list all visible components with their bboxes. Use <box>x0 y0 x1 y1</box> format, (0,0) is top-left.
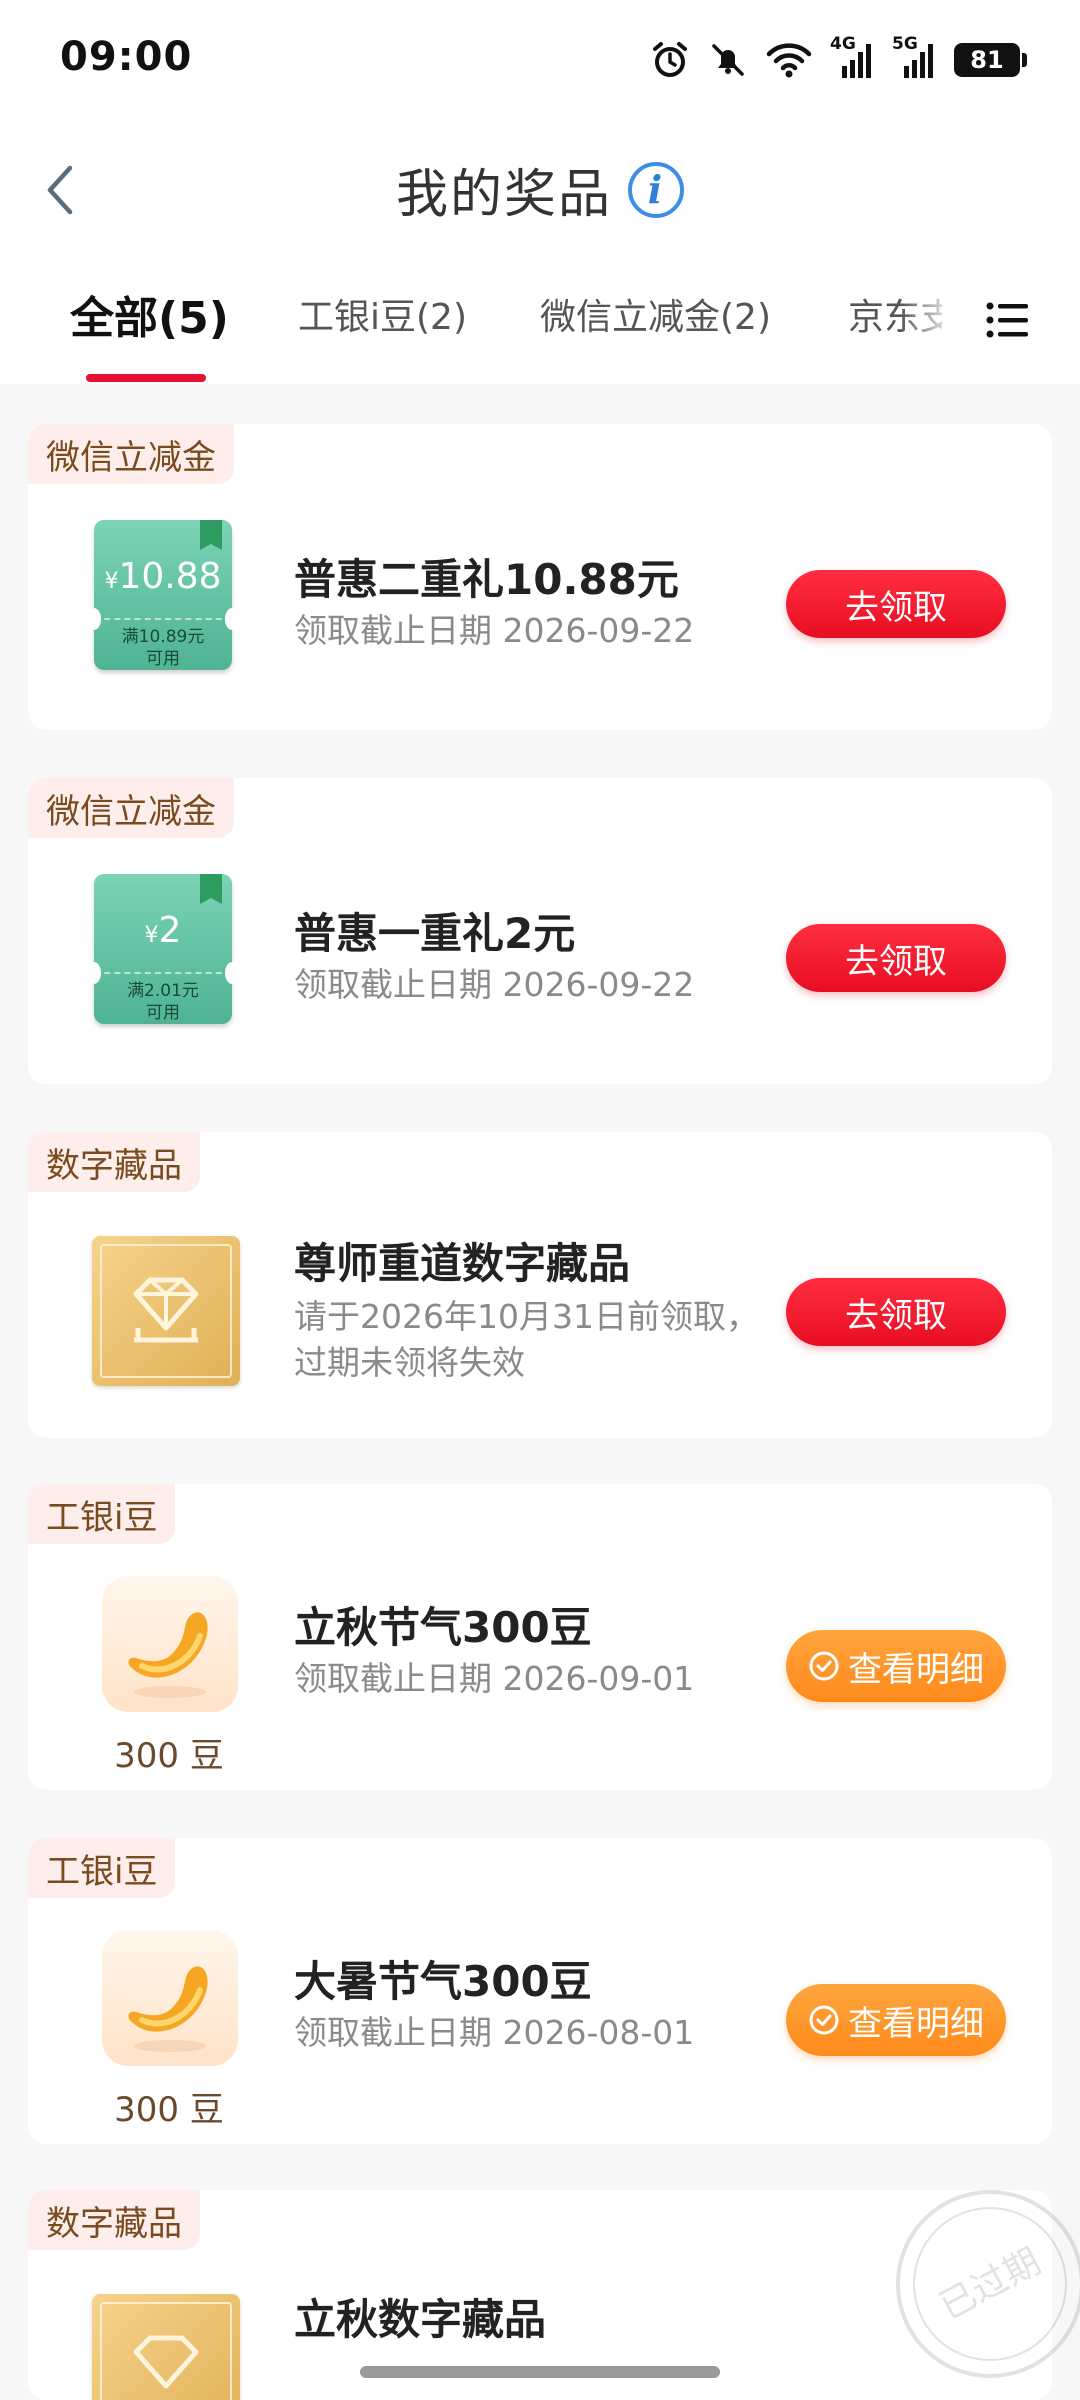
bean-quantity: 300 豆 <box>114 2090 224 2130</box>
prize-title: 普惠一重礼2元 <box>294 909 576 958</box>
claim-button[interactable]: 去领取 <box>786 1278 1006 1346</box>
list-menu-icon[interactable] <box>984 296 1032 344</box>
status-icons: 4G 5G 81 <box>650 34 1027 84</box>
check-circle-icon <box>809 1651 839 1681</box>
card-category-tag: 数字藏品 <box>28 2190 200 2250</box>
wifi-icon <box>766 43 812 78</box>
ribbon-icon <box>200 874 222 904</box>
prize-deadline: 领取截止日期 2026-08-01 <box>294 2013 695 2052</box>
view-detail-button[interactable]: 查看明细 <box>786 1630 1006 1702</box>
mute-bell-icon <box>712 44 744 76</box>
tab-icbc-beans[interactable]: 工银i豆(2) <box>298 288 467 340</box>
info-icon[interactable]: i <box>628 161 684 218</box>
ribbon-icon <box>200 520 222 550</box>
tab-fade <box>900 260 980 370</box>
expired-stamp: 已过期 <box>896 2190 1080 2378</box>
prize-title: 尊师重道数字藏品 <box>294 1239 631 1288</box>
tab-bar: 全部(5) 工银i豆(2) 微信立减金(2) 京东支 <box>0 260 1080 384</box>
card-category-tag: 微信立减金 <box>28 424 234 484</box>
signal-5g-label: 5G <box>892 34 918 54</box>
home-indicator[interactable] <box>360 2366 720 2378</box>
coupon-thumbnail: ¥2 满2.01元 可用 <box>87 874 239 1024</box>
prize-title: 普惠二重礼10.88元 <box>294 555 679 604</box>
card-category-tag: 工银i豆 <box>28 1838 176 1898</box>
bean-thumbnail <box>102 1930 238 2066</box>
view-detail-button[interactable]: 查看明细 <box>786 1984 1006 2056</box>
prize-title: 立秋数字藏品 <box>294 2295 547 2344</box>
card-category-tag: 微信立减金 <box>28 778 234 838</box>
card-category-tag: 数字藏品 <box>28 1132 200 1192</box>
diamond-icon <box>133 2335 199 2389</box>
prize-title: 立秋节气300豆 <box>294 1603 592 1652</box>
tab-all[interactable]: 全部(5) <box>70 282 229 346</box>
diamond-icon <box>133 1277 199 1343</box>
prize-deadline: 领取截止日期 2026-09-22 <box>294 965 695 1004</box>
coupon-condition: 满10.89元 可用 <box>94 618 232 670</box>
coupon-amount: ¥2 <box>144 910 182 951</box>
svg-text:已过期: 已过期 <box>933 2241 1048 2328</box>
page-title-wrap: 我的奖品 i <box>0 152 1080 227</box>
signal-5g-icon: 5G <box>892 34 936 82</box>
prize-deadline: 请于2026年10月31日前领取， 过期未领将失效 <box>294 1297 759 1382</box>
status-time: 09:00 <box>60 34 193 80</box>
prize-card: 工银i豆 300 豆 立秋节气300豆 领取截止日期 2026-09-01 查看… <box>28 1484 1052 1790</box>
signal-4g-icon: 4G <box>830 34 874 82</box>
tab-wechat-discount[interactable]: 微信立减金(2) <box>540 288 771 340</box>
view-detail-label: 查看明细 <box>848 1649 984 1690</box>
prize-card: 微信立减金 ¥10.88 满10.89元 可用 普惠二重礼10.88元 领取截止日… <box>28 424 1052 730</box>
bean-icon <box>128 1612 208 1698</box>
card-category-tag: 工银i豆 <box>28 1484 176 1544</box>
check-circle-icon <box>809 2005 839 2035</box>
coupon-thumbnail: ¥10.88 满10.89元 可用 <box>87 520 239 670</box>
signal-4g-label: 4G <box>830 34 856 54</box>
prize-deadline: 领取截止日期 2026-09-22 <box>294 611 695 650</box>
bean-quantity: 300 豆 <box>114 1736 224 1776</box>
coupon-amount: ¥10.88 <box>104 556 222 597</box>
status-bar: 09:00 4G 5G 81 <box>0 0 1080 120</box>
prize-title: 大暑节气300豆 <box>294 1957 592 2006</box>
prize-card: 微信立减金 ¥2 满2.01元 可用 普惠一重礼2元 领取截止日期 2026-09… <box>28 778 1052 1084</box>
prize-deadline: 领取截止日期 2026-09-01 <box>294 1659 695 1698</box>
coupon-condition: 满2.01元 可用 <box>94 972 232 1024</box>
prize-card: 工银i豆 300 豆 大暑节气300豆 领取截止日期 2026-08-01 查看… <box>28 1838 1052 2144</box>
battery-level: 81 <box>970 46 1004 74</box>
tab-active-indicator <box>86 374 206 382</box>
digital-collectible-thumbnail <box>92 2294 240 2400</box>
header: 我的奖品 i <box>0 120 1080 260</box>
page-title: 我的奖品 <box>395 165 612 225</box>
bean-icon <box>128 1966 208 2052</box>
prize-card: 数字藏品 尊师重道数字藏品 请于2026年10月31日前领取， 过期未领将失效 … <box>28 1132 1052 1438</box>
view-detail-label: 查看明细 <box>848 2003 984 2044</box>
battery-icon: 81 <box>954 43 1027 77</box>
alarm-icon <box>653 42 687 77</box>
bean-thumbnail <box>102 1576 238 1712</box>
claim-button[interactable]: 去领取 <box>786 570 1006 638</box>
digital-collectible-thumbnail <box>92 1236 240 1386</box>
claim-button[interactable]: 去领取 <box>786 924 1006 992</box>
